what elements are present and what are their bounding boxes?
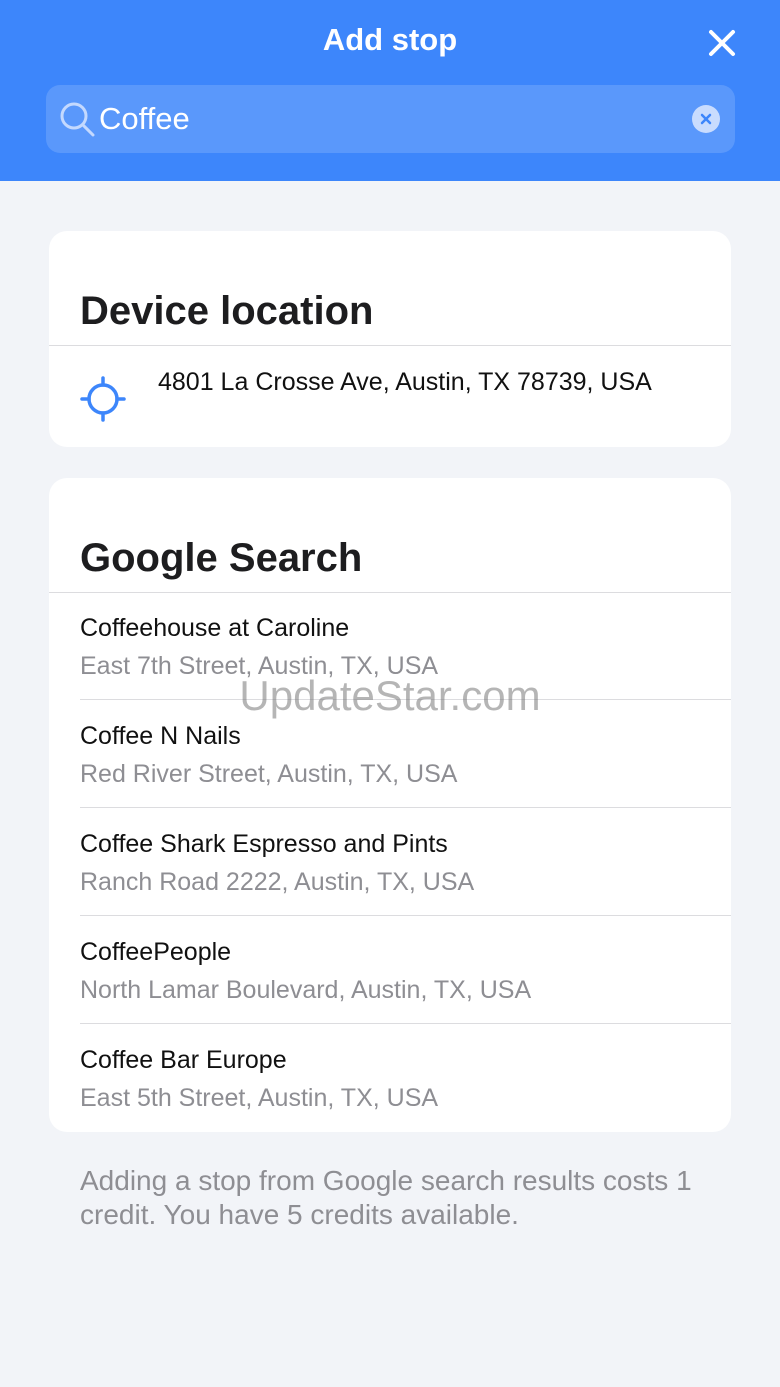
close-icon	[709, 30, 735, 56]
result-address: East 5th Street, Austin, TX, USA	[80, 1084, 439, 1112]
search-result-item[interactable]: Coffee Shark Espresso and Pints Ranch Ro…	[49, 808, 731, 916]
device-location-heading: Device location	[80, 289, 374, 333]
search-result-item[interactable]: Coffee Bar Europe East 5th Street, Austi…	[49, 1024, 731, 1132]
result-name: Coffee Shark Espresso and Pints	[80, 830, 448, 858]
device-location-row[interactable]: 4801 La Crosse Ave, Austin, TX 78739, US…	[49, 346, 731, 447]
search-result-item[interactable]: Coffee N Nails Red River Street, Austin,…	[49, 700, 731, 808]
search-icon	[60, 102, 95, 137]
result-address: East 7th Street, Austin, TX, USA	[80, 652, 439, 680]
result-name: Coffeehouse at Caroline	[80, 614, 350, 642]
google-search-card: Google Search Coffeehouse at Caroline Ea…	[49, 478, 731, 1132]
result-address: Ranch Road 2222, Austin, TX, USA	[80, 868, 475, 896]
result-name: Coffee N Nails	[80, 722, 241, 750]
close-button[interactable]	[700, 22, 744, 66]
device-location-card: Device location 4801 La Crosse Ave, Aust…	[49, 231, 731, 447]
crosshair-icon	[80, 376, 126, 422]
google-search-heading: Google Search	[80, 536, 363, 580]
credits-note: Adding a stop from Google search results…	[80, 1165, 692, 1230]
result-name: CoffeePeople	[80, 938, 232, 966]
header-bar: Add stop	[0, 0, 780, 181]
clear-icon	[700, 113, 712, 125]
page-title: Add stop	[322, 22, 458, 57]
search-input[interactable]	[99, 85, 679, 153]
clear-search-button[interactable]	[692, 105, 720, 133]
device-address: 4801 La Crosse Ave, Austin, TX 78739, US…	[158, 368, 652, 396]
result-address: North Lamar Boulevard, Austin, TX, USA	[80, 976, 532, 1004]
result-address: Red River Street, Austin, TX, USA	[80, 760, 458, 788]
search-result-item[interactable]: Coffeehouse at Caroline East 7th Street,…	[49, 592, 731, 700]
search-result-item[interactable]: CoffeePeople North Lamar Boulevard, Aust…	[49, 916, 731, 1024]
result-name: Coffee Bar Europe	[80, 1046, 287, 1074]
search-bar	[46, 85, 735, 153]
